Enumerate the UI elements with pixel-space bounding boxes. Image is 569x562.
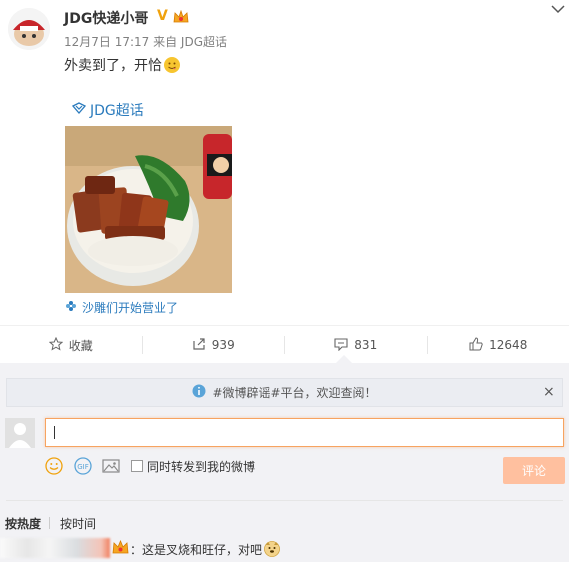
favorite-label: 收藏 — [68, 338, 93, 353]
like-count: 12648 — [489, 338, 528, 352]
close-notice-icon[interactable]: × — [543, 384, 555, 400]
sort-by-time-tab[interactable]: 按时间 — [60, 515, 96, 532]
submit-comment-button[interactable]: 评论 — [503, 457, 565, 484]
comment-text: ：这是叉烧和旺仔，对吧 — [130, 541, 281, 558]
forward-label[interactable]: 同时转发到我的微博 — [147, 458, 255, 475]
pinwheel-icon — [65, 300, 77, 315]
avatar[interactable] — [8, 8, 50, 50]
topic-caption[interactable]: 沙雕们开始营业了 — [65, 299, 178, 316]
commenter-name-blurred[interactable] — [0, 538, 110, 558]
post-text-content: 外卖到了，开恰 — [64, 58, 162, 74]
share-count: 939 — [211, 338, 235, 352]
post-text: 外卖到了，开恰 — [64, 55, 180, 75]
verified-v-icon: V — [157, 8, 168, 24]
forward-checkbox[interactable] — [131, 460, 143, 472]
username[interactable]: JDG快递小哥 — [64, 8, 148, 28]
like-icon — [469, 336, 483, 354]
doge-emoji-icon — [264, 541, 281, 557]
topic-icon — [71, 102, 87, 118]
like-button[interactable]: 12648 — [428, 336, 569, 354]
grin-emoji-icon — [164, 57, 180, 73]
comment-button[interactable]: 831 — [285, 336, 428, 354]
text-cursor — [54, 426, 55, 439]
divider — [6, 500, 563, 501]
sort-separator — [49, 517, 50, 529]
caption-text: 沙雕们开始营业了 — [82, 301, 179, 315]
my-avatar — [5, 418, 35, 448]
favorite-button[interactable]: 收藏 — [0, 336, 143, 354]
comment-input[interactable] — [45, 418, 564, 447]
sort-by-hot-tab[interactable]: 按热度 — [5, 515, 41, 532]
emoji-picker-icon[interactable] — [45, 457, 63, 475]
share-button[interactable]: 939 — [143, 336, 285, 354]
notice-text: #微博辟谣#平台，欢迎查阅！ — [212, 386, 377, 400]
comment-icon — [334, 337, 348, 354]
image-upload-icon[interactable] — [102, 457, 120, 475]
comment-count: 831 — [354, 338, 378, 352]
action-bar: 收藏 939 831 12648 — [0, 325, 569, 364]
comment-panel-caret — [336, 355, 352, 363]
crown-badge-icon — [112, 539, 129, 555]
info-icon — [192, 384, 206, 401]
post-meta: 12月7日 17:17 来自 JDG超话 — [64, 35, 228, 49]
topic-link[interactable]: JDG超话 — [71, 100, 144, 120]
topic-label: JDG超话 — [90, 103, 144, 119]
expand-menu-chevron-icon[interactable] — [551, 2, 565, 18]
comment-content: ：这是叉烧和旺仔，对吧 — [130, 543, 263, 557]
star-icon — [48, 336, 63, 354]
rumor-notice[interactable]: #微博辟谣#平台，欢迎查阅！ — [6, 378, 563, 407]
gif-icon[interactable]: GIF — [74, 457, 92, 475]
share-icon — [192, 337, 206, 354]
post-photo[interactable] — [65, 126, 232, 293]
svg-text:GIF: GIF — [77, 463, 89, 471]
crown-badge-icon[interactable] — [173, 9, 189, 23]
